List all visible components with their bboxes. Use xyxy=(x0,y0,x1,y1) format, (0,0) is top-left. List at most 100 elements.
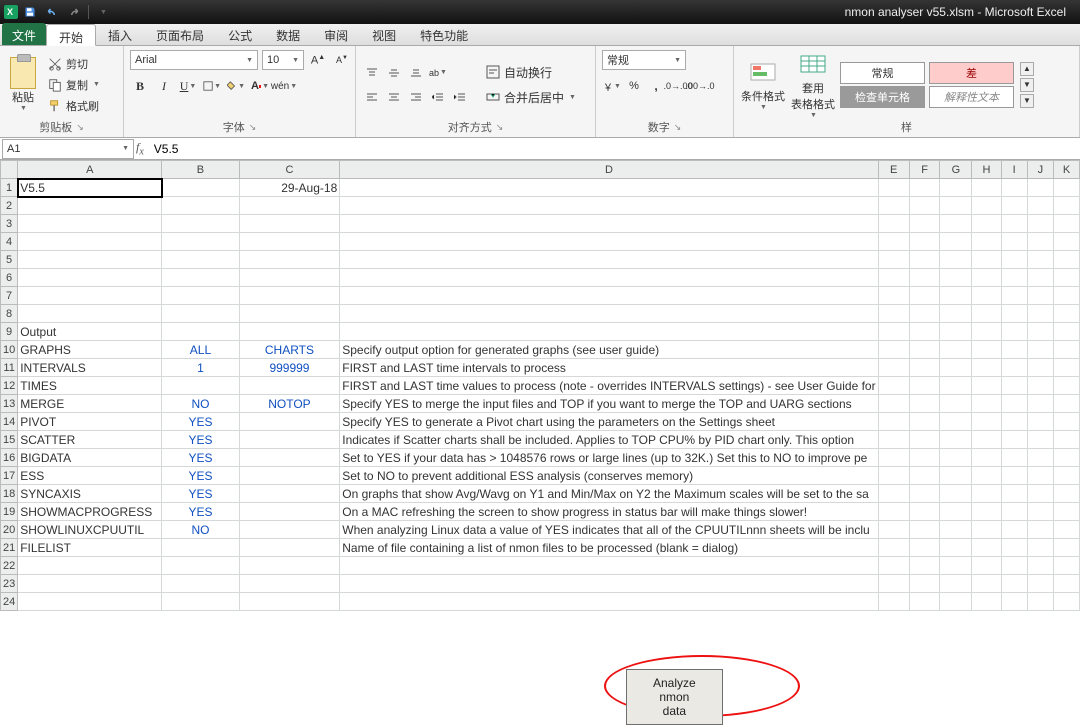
cell[interactable] xyxy=(1001,593,1027,611)
cell[interactable] xyxy=(1001,287,1027,305)
row-header[interactable]: 4 xyxy=(1,233,18,251)
cell[interactable] xyxy=(162,233,239,251)
cell[interactable] xyxy=(909,485,940,503)
gallery-scroll-down[interactable]: ▼ xyxy=(1020,78,1034,92)
cell[interactable]: PIVOT xyxy=(18,413,162,431)
cell[interactable] xyxy=(1001,467,1027,485)
qat-customize[interactable]: ▼ xyxy=(93,2,113,22)
row-header[interactable]: 6 xyxy=(1,269,18,287)
cut-button[interactable]: 剪切 xyxy=(44,54,104,74)
tab-review[interactable]: 审阅 xyxy=(312,23,360,45)
cell[interactable] xyxy=(1053,233,1079,251)
row-header[interactable]: 14 xyxy=(1,413,18,431)
cell[interactable] xyxy=(239,377,340,395)
cell[interactable] xyxy=(18,197,162,215)
cell[interactable] xyxy=(972,467,1001,485)
row-header[interactable]: 7 xyxy=(1,287,18,305)
cell[interactable] xyxy=(1027,341,1053,359)
format-painter-button[interactable]: 格式刷 xyxy=(44,96,104,116)
row-header[interactable]: 15 xyxy=(1,431,18,449)
cell[interactable]: On graphs that show Avg/Wavg on Y1 and M… xyxy=(340,485,878,503)
cell[interactable] xyxy=(972,251,1001,269)
cell[interactable] xyxy=(972,305,1001,323)
cell[interactable] xyxy=(1027,269,1053,287)
cell[interactable] xyxy=(1001,395,1027,413)
tab-home[interactable]: 开始 xyxy=(46,24,96,46)
analyze-nmon-data-button[interactable]: Analyze nmon data xyxy=(626,669,723,725)
cell[interactable] xyxy=(972,431,1001,449)
cell[interactable] xyxy=(1001,305,1027,323)
align-middle-button[interactable] xyxy=(384,63,404,83)
cell[interactable]: FILELIST xyxy=(18,539,162,557)
cell[interactable] xyxy=(909,233,940,251)
row-header[interactable]: 19 xyxy=(1,503,18,521)
undo-button[interactable] xyxy=(42,2,62,22)
percent-button[interactable]: % xyxy=(624,76,644,96)
cell[interactable] xyxy=(1027,449,1053,467)
cell[interactable] xyxy=(878,395,909,413)
column-header[interactable]: K xyxy=(1053,161,1079,179)
row-header[interactable]: 22 xyxy=(1,557,18,575)
cell[interactable] xyxy=(878,431,909,449)
row-header[interactable]: 18 xyxy=(1,485,18,503)
cell[interactable] xyxy=(972,359,1001,377)
tab-view[interactable]: 视图 xyxy=(360,23,408,45)
cell[interactable] xyxy=(18,557,162,575)
cell[interactable] xyxy=(1053,431,1079,449)
cell[interactable] xyxy=(940,521,972,539)
decrease-decimal-button[interactable]: .00→.0 xyxy=(690,76,710,96)
font-color-button[interactable]: A▼ xyxy=(250,76,270,96)
cell[interactable] xyxy=(1001,449,1027,467)
tab-features[interactable]: 特色功能 xyxy=(408,23,480,45)
cell[interactable] xyxy=(1053,269,1079,287)
row-header[interactable]: 2 xyxy=(1,197,18,215)
cell[interactable]: MERGE xyxy=(18,395,162,413)
cell[interactable]: NO xyxy=(162,395,239,413)
cell[interactable] xyxy=(972,395,1001,413)
cell[interactable] xyxy=(878,521,909,539)
cell[interactable] xyxy=(909,287,940,305)
tab-file[interactable]: 文件 xyxy=(2,23,46,45)
cell[interactable] xyxy=(972,539,1001,557)
cell[interactable] xyxy=(239,305,340,323)
cell[interactable] xyxy=(909,593,940,611)
cell[interactable] xyxy=(1053,287,1079,305)
cell[interactable] xyxy=(878,197,909,215)
cell[interactable] xyxy=(239,269,340,287)
cell[interactable] xyxy=(162,593,239,611)
redo-button[interactable] xyxy=(64,2,84,22)
cell[interactable] xyxy=(1053,323,1079,341)
increase-indent-button[interactable] xyxy=(450,87,470,107)
cell[interactable] xyxy=(1027,413,1053,431)
cell[interactable]: Set to YES if your data has > 1048576 ro… xyxy=(340,449,878,467)
cell[interactable]: YES xyxy=(162,449,239,467)
row-header[interactable]: 9 xyxy=(1,323,18,341)
cell[interactable] xyxy=(239,431,340,449)
column-header[interactable]: E xyxy=(878,161,909,179)
cell[interactable] xyxy=(162,575,239,593)
column-header[interactable]: C xyxy=(239,161,340,179)
cell[interactable] xyxy=(972,215,1001,233)
name-box[interactable]: A1▼ xyxy=(2,139,134,159)
cell[interactable] xyxy=(239,323,340,341)
formula-bar-input[interactable] xyxy=(150,140,1080,158)
cell[interactable] xyxy=(1053,449,1079,467)
cell[interactable] xyxy=(1053,377,1079,395)
save-button[interactable] xyxy=(20,2,40,22)
row-header[interactable]: 1 xyxy=(1,179,18,197)
cell[interactable] xyxy=(18,593,162,611)
row-header[interactable]: 16 xyxy=(1,449,18,467)
cell[interactable] xyxy=(1053,305,1079,323)
cell[interactable] xyxy=(162,557,239,575)
cell[interactable] xyxy=(940,413,972,431)
cell[interactable] xyxy=(909,179,940,197)
underline-button[interactable]: U▼ xyxy=(178,76,198,96)
cell[interactable] xyxy=(1001,413,1027,431)
cell[interactable] xyxy=(972,323,1001,341)
row-header[interactable]: 24 xyxy=(1,593,18,611)
cell[interactable] xyxy=(909,377,940,395)
cell[interactable] xyxy=(972,575,1001,593)
cell[interactable] xyxy=(340,197,878,215)
cell[interactable]: Output xyxy=(18,323,162,341)
cell[interactable] xyxy=(909,305,940,323)
